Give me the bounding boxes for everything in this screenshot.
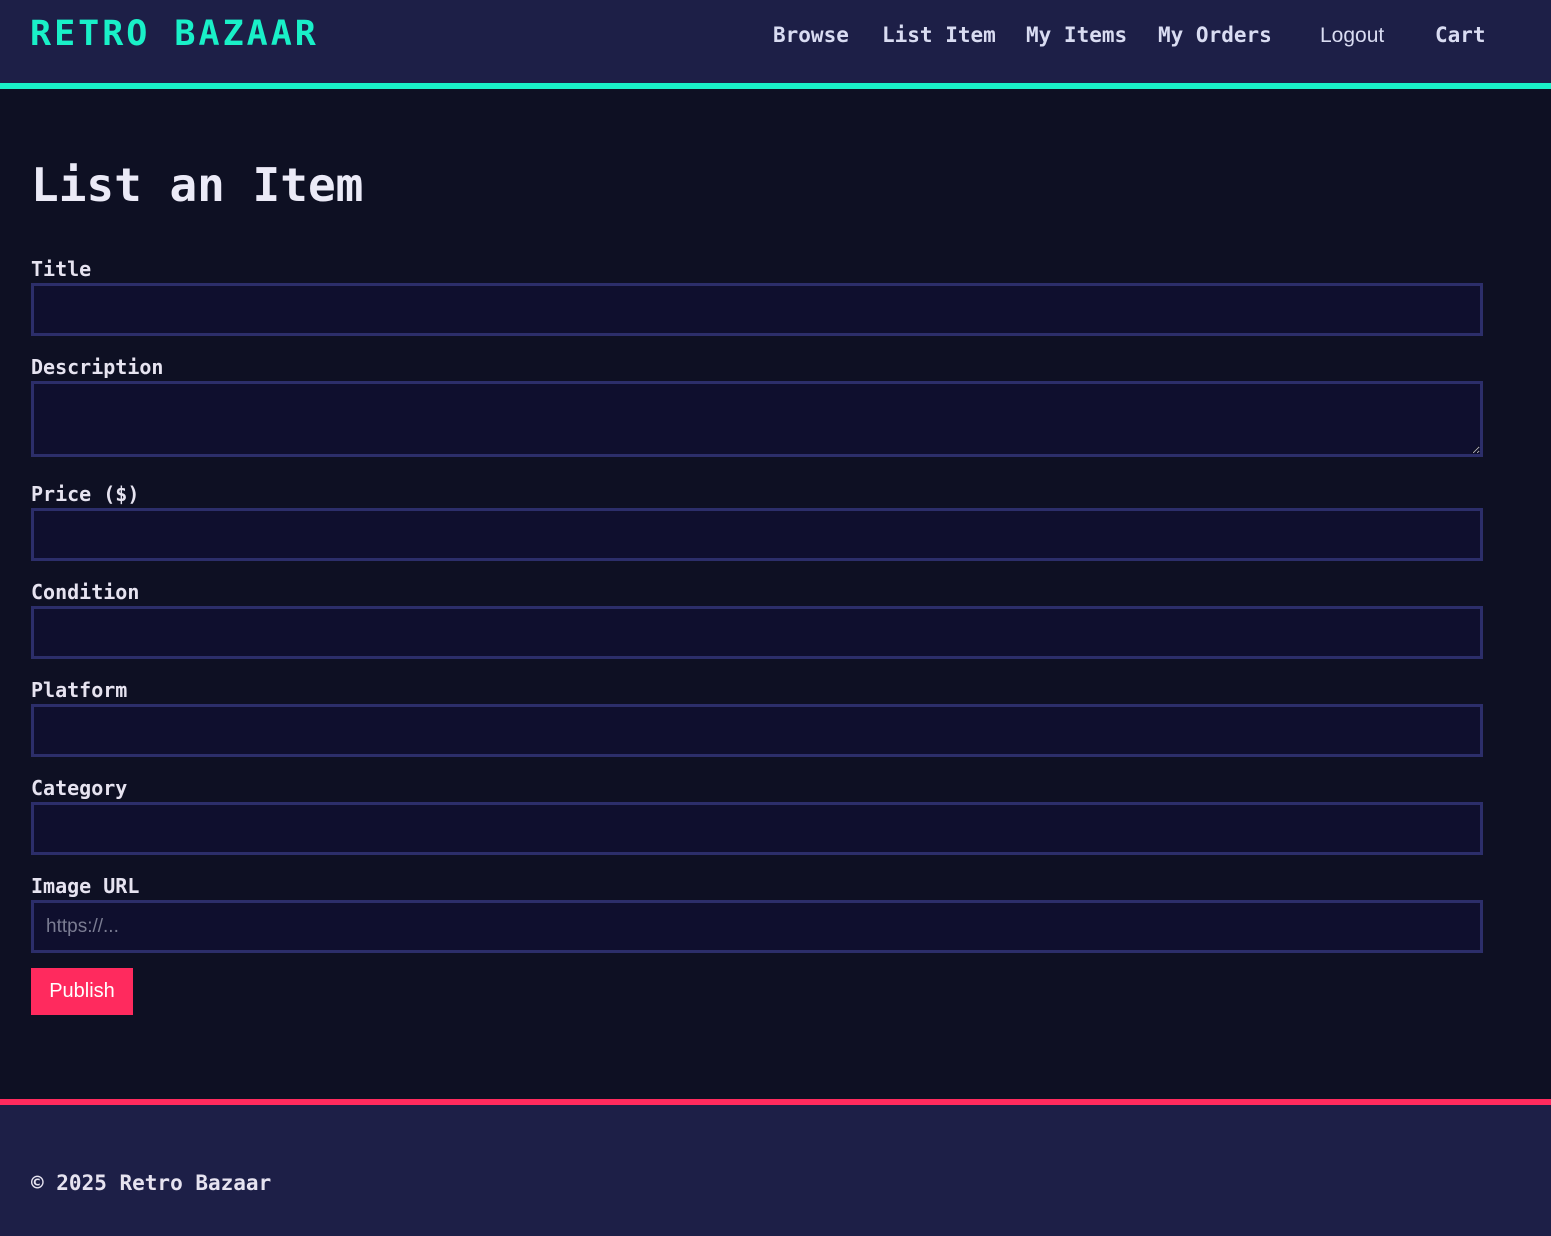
site-header: RETRO BAZAAR Browse List Item My Items M… xyxy=(0,0,1551,89)
nav-list-item[interactable]: List Item xyxy=(882,21,996,49)
price-label: Price ($) xyxy=(31,482,140,506)
title-label: Title xyxy=(31,257,92,281)
publish-button[interactable]: Publish xyxy=(31,968,133,1015)
description-textarea[interactable] xyxy=(31,381,1483,457)
image-url-input[interactable] xyxy=(31,900,1483,953)
nav-my-items[interactable]: My Items xyxy=(1026,21,1127,49)
nav-browse[interactable]: Browse xyxy=(773,21,849,49)
platform-label: Platform xyxy=(31,678,128,702)
category-label: Category xyxy=(31,776,128,800)
nav-my-orders[interactable]: My Orders xyxy=(1158,21,1272,49)
nav-cart[interactable]: Cart xyxy=(1435,21,1486,49)
main-content: List an Item Title Description Price ($)… xyxy=(0,89,1551,1099)
price-input[interactable] xyxy=(31,508,1483,561)
brand-logo[interactable]: RETRO BAZAAR xyxy=(30,14,319,54)
title-input[interactable] xyxy=(31,283,1483,336)
footer-copyright: © 2025 Retro Bazaar xyxy=(31,1171,272,1195)
platform-input[interactable] xyxy=(31,704,1483,757)
site-footer: © 2025 Retro Bazaar xyxy=(0,1099,1551,1236)
nav-logout[interactable]: Logout xyxy=(1320,22,1384,50)
condition-input[interactable] xyxy=(31,606,1483,659)
description-label: Description xyxy=(31,355,164,379)
image-url-label: Image URL xyxy=(31,874,140,898)
page-title: List an Item xyxy=(31,158,364,212)
category-input[interactable] xyxy=(31,802,1483,855)
condition-label: Condition xyxy=(31,580,140,604)
